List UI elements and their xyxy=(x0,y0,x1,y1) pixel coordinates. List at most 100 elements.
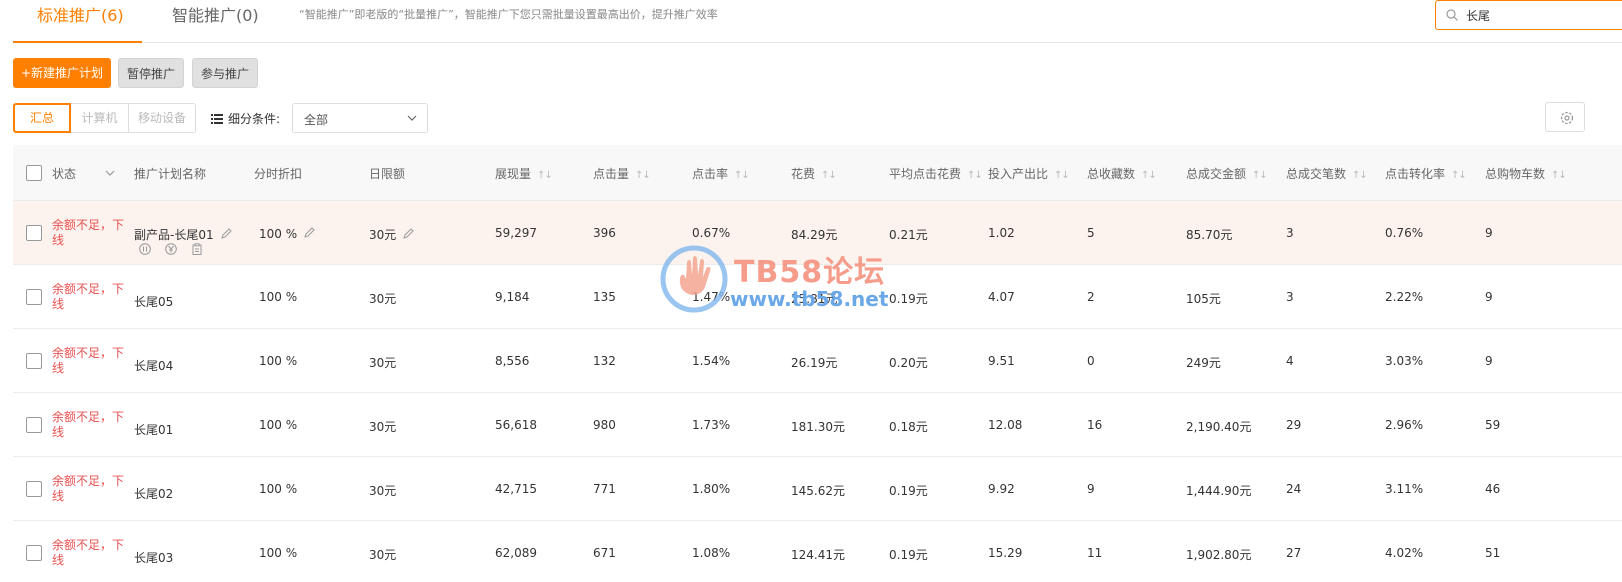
sort-icon: ↑↓ xyxy=(1451,170,1467,181)
column-impressions-label: 展现量 xyxy=(495,167,532,181)
cpc-cell: 0.19元 xyxy=(889,484,928,498)
cost-cell: 145.62元 xyxy=(791,484,845,498)
plan-name[interactable]: 长尾03 xyxy=(134,549,173,566)
cvr-cell: 3.11% xyxy=(1385,482,1424,496)
segment-mobile[interactable]: 移动设备 xyxy=(129,103,196,133)
impressions-cell: 62,089 xyxy=(495,546,537,560)
join-promotion-button[interactable]: 参与推广 xyxy=(192,58,258,88)
status-text: 余额不足，下线 xyxy=(52,410,125,439)
clicks-cell: 135 xyxy=(593,290,616,304)
daily-limit-cell: 30元 xyxy=(369,420,397,434)
plan-name[interactable]: 长尾04 xyxy=(134,357,173,374)
row-checkbox[interactable] xyxy=(26,481,42,497)
daily-limit-cell: 30元 xyxy=(369,548,397,562)
sort-icon: ↑↓ xyxy=(635,170,651,181)
column-settings-button[interactable] xyxy=(1545,102,1585,132)
orders-cell: 3 xyxy=(1286,226,1294,240)
clicks-cell: 671 xyxy=(593,546,616,560)
table-row[interactable]: 余额不足，下线 副产品-长尾01 100 % 30元 59,297 396 0.… xyxy=(13,201,1622,265)
column-status[interactable]: 状态 xyxy=(52,165,76,182)
table-row[interactable]: 余额不足，下线 长尾04 100 % 30元 8,556 132 1.54% 2… xyxy=(13,329,1622,393)
clipboard-icon[interactable] xyxy=(191,243,203,255)
table-row[interactable]: 余额不足，下线 长尾05 100 % 30元 9,184 135 1.47% 2… xyxy=(13,265,1622,329)
plan-name[interactable]: 副产品-长尾01 xyxy=(134,226,233,243)
table-row[interactable]: 余额不足，下线 长尾02 100 % 30元 42,715 771 1.80% … xyxy=(13,457,1622,521)
row-checkbox[interactable] xyxy=(26,225,42,241)
select-all-checkbox[interactable] xyxy=(26,165,42,181)
edit-icon[interactable] xyxy=(220,227,233,240)
column-carts[interactable]: 总购物车数 ↑↓ xyxy=(1485,165,1567,182)
search-input[interactable] xyxy=(1466,6,1616,24)
sort-icon: ↑↓ xyxy=(1054,170,1070,181)
segment-computer[interactable]: 计算机 xyxy=(71,103,129,133)
column-favorites[interactable]: 总收藏数 ↑↓ xyxy=(1087,165,1157,182)
pause-promotion-button[interactable]: 暂停推广 xyxy=(118,58,184,88)
column-favorites-label: 总收藏数 xyxy=(1087,167,1136,181)
daily-limit-cell: 30元 xyxy=(369,226,415,243)
sort-icon: ↑↓ xyxy=(1252,170,1268,181)
row-checkbox[interactable] xyxy=(26,545,42,561)
time-discount-cell: 100 % xyxy=(259,546,298,560)
cvr-cell: 2.96% xyxy=(1385,418,1424,432)
clicks-cell: 771 xyxy=(593,482,616,496)
pause-icon[interactable] xyxy=(139,243,151,255)
column-cpc-label: 平均点击花费 xyxy=(889,167,962,181)
column-impressions[interactable]: 展现量 ↑↓ xyxy=(495,165,553,182)
table-row[interactable]: 余额不足，下线 长尾03 100 % 30元 62,089 671 1.08% … xyxy=(13,521,1622,582)
row-checkbox[interactable] xyxy=(26,417,42,433)
yuan-icon[interactable] xyxy=(165,243,177,255)
column-cvr[interactable]: 点击转化率 ↑↓ xyxy=(1385,165,1467,182)
time-discount-cell: 100 % xyxy=(259,482,298,496)
cost-cell: 25.81元 xyxy=(791,292,838,306)
search-box[interactable] xyxy=(1435,0,1622,30)
tab-hint-text: “智能推广”即老版的“批量推广”，智能推广下您只需批量设置最高出价，提升推广效率 xyxy=(299,8,718,21)
column-status-label: 状态 xyxy=(52,167,77,181)
search-icon xyxy=(1446,9,1458,21)
active-tab-underline xyxy=(13,41,142,43)
favorites-cell: 11 xyxy=(1087,546,1103,560)
plan-name[interactable]: 长尾05 xyxy=(134,293,173,310)
gmv-cell: 1,444.90元 xyxy=(1186,484,1252,498)
time-discount-cell: 100 % xyxy=(259,226,316,241)
gmv-cell: 105元 xyxy=(1186,292,1221,306)
edit-icon[interactable] xyxy=(402,227,415,240)
column-gmv[interactable]: 总成交金额 ↑↓ xyxy=(1186,165,1268,182)
tab-smart-promotion[interactable]: 智能推广(0) xyxy=(172,2,259,26)
cost-cell: 181.30元 xyxy=(791,420,845,434)
segment-summary[interactable]: 汇总 xyxy=(13,103,71,133)
sort-icon: ↑↓ xyxy=(821,170,837,181)
tab-standard-promotion[interactable]: 标准推广(6) xyxy=(37,2,124,26)
roi-cell: 12.08 xyxy=(988,418,1023,432)
row-checkbox[interactable] xyxy=(26,289,42,305)
ctr-cell: 0.67% xyxy=(692,226,731,240)
gear-icon xyxy=(1560,111,1574,125)
plan-name[interactable]: 长尾02 xyxy=(134,485,173,502)
column-orders-label: 总成交笔数 xyxy=(1286,167,1347,181)
new-plan-button[interactable]: +新建推广计划 xyxy=(13,58,111,88)
cvr-cell: 3.03% xyxy=(1385,354,1424,368)
plan-name[interactable]: 长尾01 xyxy=(134,421,173,438)
column-cpc[interactable]: 平均点击花费 ↑↓ xyxy=(889,165,983,182)
column-roi[interactable]: 投入产出比 ↑↓ xyxy=(988,165,1070,182)
orders-cell: 3 xyxy=(1286,290,1294,304)
status-text: 余额不足，下线 xyxy=(52,474,125,503)
orders-cell: 29 xyxy=(1286,418,1302,432)
cvr-cell: 0.76% xyxy=(1385,226,1424,240)
chevron-down-icon[interactable] xyxy=(105,169,115,177)
filter-select[interactable]: 全部 xyxy=(292,103,428,133)
column-ctr[interactable]: 点击率 ↑↓ xyxy=(692,165,750,182)
column-plan-name: 推广计划名称 xyxy=(134,167,207,181)
sort-icon: ↑↓ xyxy=(537,170,553,181)
orders-cell: 24 xyxy=(1286,482,1302,496)
row-checkbox[interactable] xyxy=(26,353,42,369)
column-clicks[interactable]: 点击量 ↑↓ xyxy=(593,165,651,182)
column-roi-label: 投入产出比 xyxy=(988,167,1049,181)
table-header: 状态 推广计划名称 分时折扣 日限额 展现量 ↑↓ 点击量 ↑↓ 点击率 ↑↓ 花费 ↑… xyxy=(13,145,1622,201)
column-cost[interactable]: 花费 ↑↓ xyxy=(791,165,837,182)
daily-limit-value: 30元 xyxy=(369,228,397,242)
table-row[interactable]: 余额不足，下线 长尾01 100 % 30元 56,618 980 1.73% … xyxy=(13,393,1622,457)
edit-icon[interactable] xyxy=(303,226,316,239)
column-orders[interactable]: 总成交笔数 ↑↓ xyxy=(1286,165,1368,182)
impressions-cell: 9,184 xyxy=(495,290,530,304)
carts-cell: 9 xyxy=(1485,290,1493,304)
